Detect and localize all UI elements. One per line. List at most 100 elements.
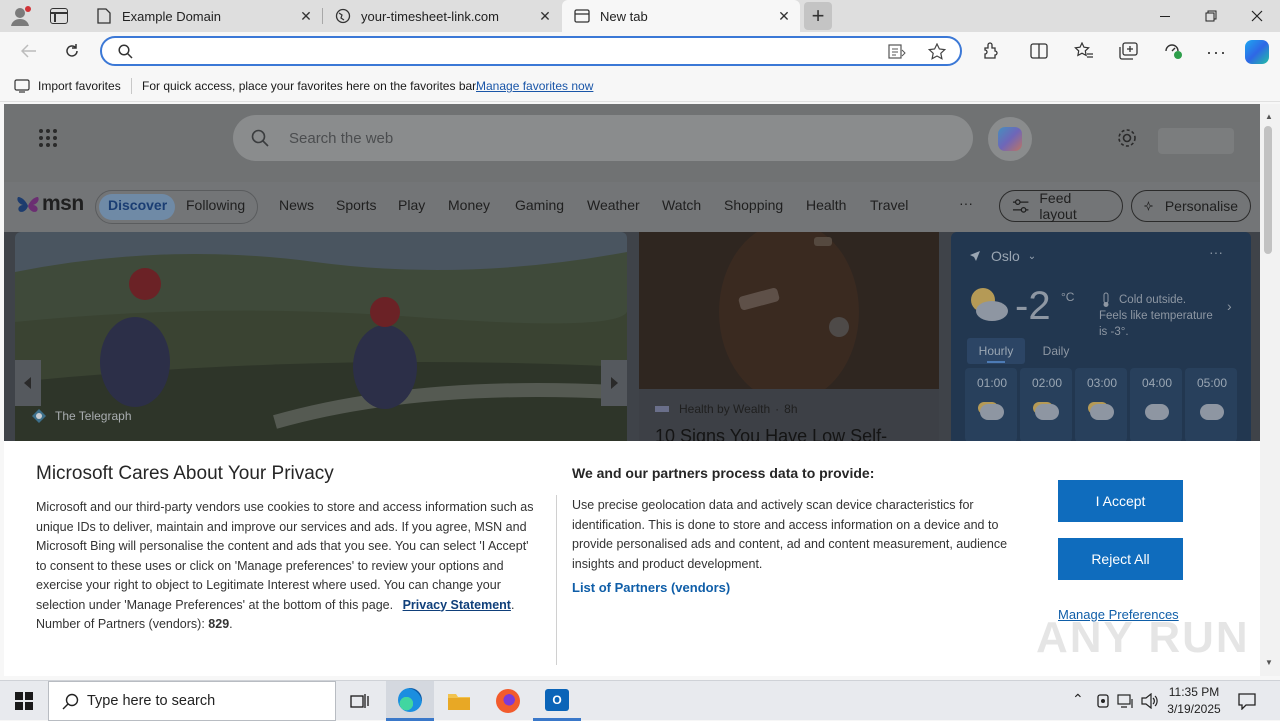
hour-label: 03:00 [1087, 376, 1118, 390]
collections-icon[interactable] [1119, 42, 1138, 60]
refresh-icon [66, 44, 78, 57]
nav-health[interactable]: Health [806, 197, 846, 213]
copilot-icon[interactable] [1245, 40, 1269, 64]
chevron-up-icon[interactable]: ⌃ [1072, 691, 1084, 708]
tab-actions-icon[interactable] [50, 8, 68, 24]
privacy-statement-link[interactable]: Privacy Statement [403, 598, 511, 612]
weather-unit: °C [1061, 290, 1075, 304]
health-card[interactable]: Health by Wealth · 8h 10 Signs You Have … [639, 232, 939, 442]
msn-logo[interactable]: msn [16, 192, 84, 216]
tab-new-tab[interactable]: New tab ✕ [562, 0, 800, 32]
chevron-down-icon: ⌄ [1027, 250, 1037, 262]
hero-card[interactable]: The Telegraph [15, 232, 627, 442]
import-favorites-button[interactable]: Import favorites [38, 79, 121, 93]
page-scrollbar[interactable]: ▲ ▼ [1260, 104, 1280, 676]
split-screen-icon[interactable] [1030, 42, 1048, 60]
manage-favorites-link[interactable]: Manage favorites now [476, 79, 593, 93]
refresh-button[interactable] [57, 37, 87, 65]
settings-more-icon[interactable]: ··· [1206, 42, 1227, 63]
restore-button[interactable] [1188, 0, 1234, 32]
period: . [229, 617, 233, 631]
nav-following[interactable]: Following [186, 197, 245, 213]
taskbar-outlook[interactable]: O [533, 681, 581, 721]
volume-icon[interactable] [1141, 693, 1159, 709]
performance-icon[interactable] [1163, 42, 1183, 60]
feed-layout-button[interactable]: Feed layout [999, 190, 1123, 222]
scroll-thumb[interactable] [1264, 126, 1272, 254]
health-headline[interactable]: 10 Signs You Have Low Self- [655, 426, 887, 442]
browser-titlebar: Example Domain ✕ your-timesheet-link.com… [0, 0, 1280, 32]
nav-discover[interactable]: Discover [108, 197, 167, 213]
new-tab-button[interactable]: + [804, 2, 832, 30]
tab-title: New tab [600, 8, 648, 24]
tab-timesheet[interactable]: your-timesheet-link.com ✕ [323, 0, 561, 32]
nav-news[interactable]: News [279, 197, 314, 213]
close-window-button[interactable] [1234, 0, 1280, 32]
health-age-label: 8h [784, 402, 798, 416]
page-settings-icon[interactable] [1116, 127, 1138, 149]
address-bar[interactable] [100, 36, 962, 66]
weather-location-label: Oslo [991, 248, 1020, 264]
minimize-button[interactable] [1142, 0, 1188, 32]
chevron-right-icon[interactable]: › [1227, 298, 1232, 314]
nav-weather[interactable]: Weather [587, 197, 640, 213]
reader-view-icon[interactable] [888, 44, 906, 59]
nav-more-button[interactable]: ··· [959, 195, 973, 211]
close-tab-icon[interactable]: ✕ [298, 8, 314, 24]
network-icon[interactable] [1117, 693, 1135, 709]
weather-location[interactable]: Oslo ⌄ [969, 248, 1036, 264]
nav-shopping[interactable]: Shopping [724, 197, 783, 213]
minimize-icon [1160, 15, 1170, 17]
msn-header: Search the web [4, 104, 1260, 182]
extensions-icon[interactable] [982, 42, 1000, 60]
night-cloudy-icon [1035, 404, 1059, 420]
anyrun-watermark: ANY RUN [1036, 613, 1250, 662]
scroll-down-icon[interactable]: ▼ [1265, 658, 1273, 667]
close-tab-icon[interactable]: ✕ [776, 8, 792, 24]
hour-slot: 05:00 [1185, 368, 1237, 442]
start-button[interactable] [0, 681, 48, 721]
folder-icon [448, 694, 470, 710]
apps-launcher-icon[interactable] [38, 128, 58, 148]
hero-next-button[interactable] [601, 360, 627, 406]
favorites-icon[interactable] [1074, 42, 1094, 60]
personalise-label: Personalise [1164, 198, 1238, 214]
sign-in-button[interactable] [1158, 128, 1234, 154]
browser-toolbar: ··· [0, 32, 1280, 70]
notifications-icon[interactable] [1238, 692, 1256, 710]
accept-button[interactable]: I Accept [1058, 480, 1183, 522]
clock-time: 11:35 PM [1168, 685, 1220, 699]
nav-watch[interactable]: Watch [662, 197, 701, 213]
back-button[interactable] [14, 37, 44, 65]
clock-date: 3/19/2025 [1167, 702, 1221, 716]
web-search-box[interactable]: Search the web [233, 115, 973, 161]
weather-temp: -2 [1015, 284, 1051, 328]
nav-sports[interactable]: Sports [336, 197, 376, 213]
profile-icon[interactable] [8, 5, 32, 27]
telegraph-logo-icon [32, 409, 46, 423]
taskbar-search-box[interactable]: Type here to search [48, 681, 336, 721]
tab-example-domain[interactable]: Example Domain ✕ [84, 0, 322, 32]
system-clock[interactable]: 11:35 PM 3/19/2025 [1166, 684, 1222, 718]
task-view-button[interactable] [336, 681, 384, 721]
hero-prev-button[interactable] [15, 360, 41, 406]
partners-list-link[interactable]: List of Partners (vendors) [572, 580, 730, 595]
taskbar-file-explorer[interactable] [435, 681, 483, 721]
search-icon [118, 44, 133, 59]
nav-money[interactable]: Money [448, 197, 490, 213]
nav-travel[interactable]: Travel [870, 197, 908, 213]
copilot-icon[interactable] [988, 117, 1032, 161]
reject-all-button[interactable]: Reject All [1058, 538, 1183, 580]
nav-gaming[interactable]: Gaming [515, 197, 564, 213]
weather-more-icon[interactable]: ··· [1209, 244, 1223, 260]
scroll-up-icon[interactable]: ▲ [1265, 112, 1273, 121]
taskbar-firefox[interactable] [484, 681, 532, 721]
security-icon[interactable] [1096, 693, 1110, 709]
nav-play[interactable]: Play [398, 197, 425, 213]
weather-card[interactable]: Oslo ⌄ ··· -2 °C Cold outside. Feels lik… [951, 232, 1251, 442]
favorite-star-icon[interactable] [928, 43, 946, 60]
close-tab-icon[interactable]: ✕ [537, 8, 553, 24]
personalise-button[interactable]: Personalise [1131, 190, 1251, 222]
weather-tab-daily[interactable]: Daily [1027, 338, 1085, 364]
taskbar-edge[interactable] [386, 681, 434, 721]
